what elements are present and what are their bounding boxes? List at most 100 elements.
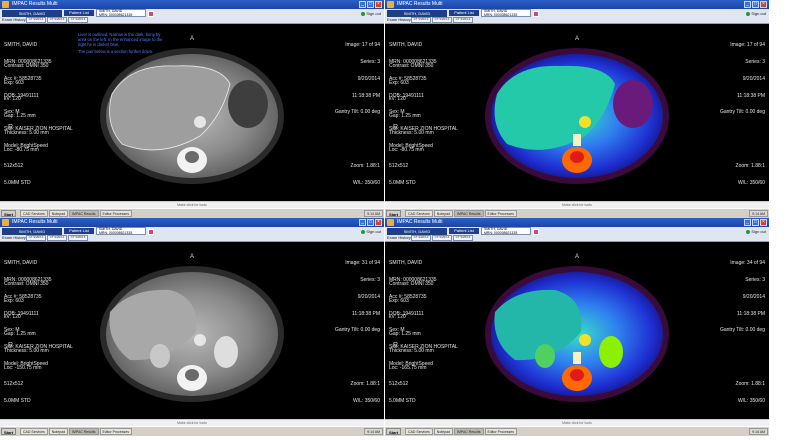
patient-list-tab[interactable]: Patient List: [449, 228, 479, 234]
close-button[interactable]: ×: [375, 1, 382, 8]
orientation-marker-right: R: [8, 124, 14, 131]
kidney-right: [535, 344, 555, 368]
window-titlebar[interactable]: IMPAC Results Multi _ □ ×: [0, 0, 384, 9]
start-button[interactable]: Start: [1, 210, 17, 217]
image-viewport[interactable]: SMITH, DAVID MRN: 000008621335 Acc #: 58…: [0, 24, 384, 202]
overlay-time: 11:18:38 PM: [737, 310, 765, 317]
close-button[interactable]: ×: [760, 219, 767, 226]
alert-flag-icon[interactable]: [148, 11, 154, 17]
minimize-button[interactable]: _: [359, 1, 366, 8]
study-tab-1[interactable]: CT 9/20/14: [26, 235, 46, 241]
minimize-button[interactable]: _: [744, 1, 751, 8]
study-tab-1[interactable]: CT 9/20/14: [411, 235, 431, 241]
study-tab-1[interactable]: CT 9/20/14: [411, 17, 431, 23]
alert-flag-icon[interactable]: [533, 11, 539, 17]
sign-out-link[interactable]: Sign out: [746, 11, 766, 16]
taskbar: Start CAD Services Notepad IMPAC Results…: [0, 426, 384, 436]
taskbar-item[interactable]: IMPAC Results: [454, 428, 484, 435]
maximize-button[interactable]: □: [367, 219, 374, 226]
study-tab-3[interactable]: CT 9/20/14: [453, 235, 473, 241]
patient-info-mrn: MRN: 000008621335: [99, 12, 133, 17]
patient-tab[interactable]: SMITH, DAVID: [2, 228, 62, 235]
window-titlebar[interactable]: IMPAC Results Multi _ □ ×: [0, 218, 384, 227]
taskbar-tasks: CAD Services Notepad IMPAC Results Edito…: [405, 210, 517, 217]
overlay-kv: kV: 120: [389, 96, 406, 103]
maximize-button[interactable]: □: [367, 1, 374, 8]
study-tab-2[interactable]: CT 9/20/14: [47, 17, 67, 23]
alert-flag-icon[interactable]: [148, 229, 154, 235]
study-tab-3[interactable]: CT 9/20/14: [68, 235, 88, 241]
patient-list-tab[interactable]: Patient List: [64, 10, 94, 16]
study-tab-2[interactable]: CT 9/20/14: [432, 235, 452, 241]
window-titlebar[interactable]: IMPAC Results Multi _ □ ×: [385, 0, 769, 9]
overlay-thickness: Thickness: 5.00 mm: [389, 347, 434, 354]
taskbar-item[interactable]: IMPAC Results: [454, 210, 484, 217]
image-viewport[interactable]: SMITH, DAVID MRN: 000008621335 Acc #: 58…: [385, 24, 769, 202]
taskbar-item[interactable]: CAD Services: [405, 210, 433, 217]
taskbar-item[interactable]: Editor Processes: [484, 428, 517, 435]
patient-tab[interactable]: SMITH, DAVID: [387, 228, 447, 235]
online-status-icon: [746, 229, 751, 234]
exam-history-link[interactable]: Exam History: [2, 235, 26, 240]
image-viewport[interactable]: SMITH, DAVID MRN: 000008621335 Acc #: 58…: [0, 242, 384, 420]
overlay-gap: Gap: 1.25 mm: [4, 113, 36, 120]
minimize-button[interactable]: _: [744, 219, 751, 226]
taskbar-item[interactable]: Editor Processes: [484, 210, 517, 217]
study-tab-3[interactable]: CT 9/20/14: [453, 17, 473, 23]
image-viewport[interactable]: SMITH, DAVID MRN: 000008621335 Acc #: 58…: [385, 242, 769, 420]
maximize-button[interactable]: □: [752, 219, 759, 226]
taskbar-item[interactable]: Notepad: [433, 428, 454, 435]
study-tab-1[interactable]: CT 9/20/14: [26, 17, 46, 23]
patient-tab[interactable]: SMITH, DAVID: [2, 10, 62, 17]
overlay-thickness: Thickness: 5.00 mm: [4, 129, 49, 136]
start-button[interactable]: Start: [386, 210, 402, 217]
study-tab-3[interactable]: CT 9/20/14: [68, 17, 88, 23]
start-button[interactable]: Start: [1, 428, 17, 435]
patient-list-tab[interactable]: Patient List: [64, 228, 94, 234]
patient-list-tab[interactable]: Patient List: [449, 10, 479, 16]
patient-header: SMITH, DAVID Exam History Patient List S…: [0, 227, 384, 242]
overlay-series: Series: 3: [745, 58, 765, 65]
taskbar-item[interactable]: CAD Services: [20, 210, 48, 217]
study-tab-2[interactable]: CT 9/20/14: [47, 235, 67, 241]
system-tray-clock: 9:14 AM: [749, 210, 768, 217]
alert-flag-icon[interactable]: [533, 229, 539, 235]
sign-out-label: Sign out: [751, 229, 766, 234]
close-button[interactable]: ×: [375, 219, 382, 226]
patient-info-mrn: MRN: 000008621335: [484, 230, 518, 235]
exam-history-link[interactable]: Exam History: [2, 17, 26, 22]
overlay-date: 9/20/2014: [742, 75, 765, 82]
taskbar-item[interactable]: Notepad: [48, 428, 69, 435]
annotation-note-line: The pair below is a section further down…: [78, 49, 154, 54]
sign-out-link[interactable]: Sign out: [746, 229, 766, 234]
exam-history-link[interactable]: Exam History: [387, 235, 411, 240]
sign-out-link[interactable]: Sign out: [361, 229, 381, 234]
taskbar-item[interactable]: Editor Processes: [99, 210, 132, 217]
taskbar-item[interactable]: Editor Processes: [99, 428, 132, 435]
window-titlebar[interactable]: IMPAC Results Multi _ □ ×: [385, 218, 769, 227]
sign-out-label: Sign out: [366, 229, 381, 234]
start-button[interactable]: Start: [386, 428, 402, 435]
overlay-loc: Loc: -165.75 mm: [389, 364, 427, 371]
overlay-date: 9/20/2014: [357, 75, 380, 82]
taskbar-item[interactable]: CAD Services: [20, 428, 48, 435]
maximize-button[interactable]: □: [752, 1, 759, 8]
overlay-date: 9/20/2014: [742, 293, 765, 300]
minimize-button[interactable]: _: [359, 219, 366, 226]
sign-out-label: Sign out: [751, 11, 766, 16]
sign-out-link[interactable]: Sign out: [361, 11, 381, 16]
window-title: IMPAC Results Multi: [12, 219, 58, 225]
taskbar-item[interactable]: Notepad: [48, 210, 69, 217]
exam-history-link[interactable]: Exam History: [387, 17, 411, 22]
taskbar-item[interactable]: Notepad: [433, 210, 454, 217]
viewer-window-top-right: IMPAC Results Multi _ □ × SMITH, DAVID E…: [385, 0, 769, 218]
patient-tab[interactable]: SMITH, DAVID: [387, 10, 447, 17]
overlay-name: SMITH, DAVID: [389, 260, 423, 267]
taskbar-item[interactable]: CAD Services: [405, 428, 433, 435]
study-tab-2[interactable]: CT 9/20/14: [432, 17, 452, 23]
taskbar-item[interactable]: IMPAC Results: [69, 210, 99, 217]
taskbar-item[interactable]: IMPAC Results: [69, 428, 99, 435]
viewer-window-top-left: IMPAC Results Multi _ □ × SMITH, DAVID E…: [0, 0, 384, 218]
close-button[interactable]: ×: [760, 1, 767, 8]
orientation-marker-anterior: A: [190, 254, 195, 260]
